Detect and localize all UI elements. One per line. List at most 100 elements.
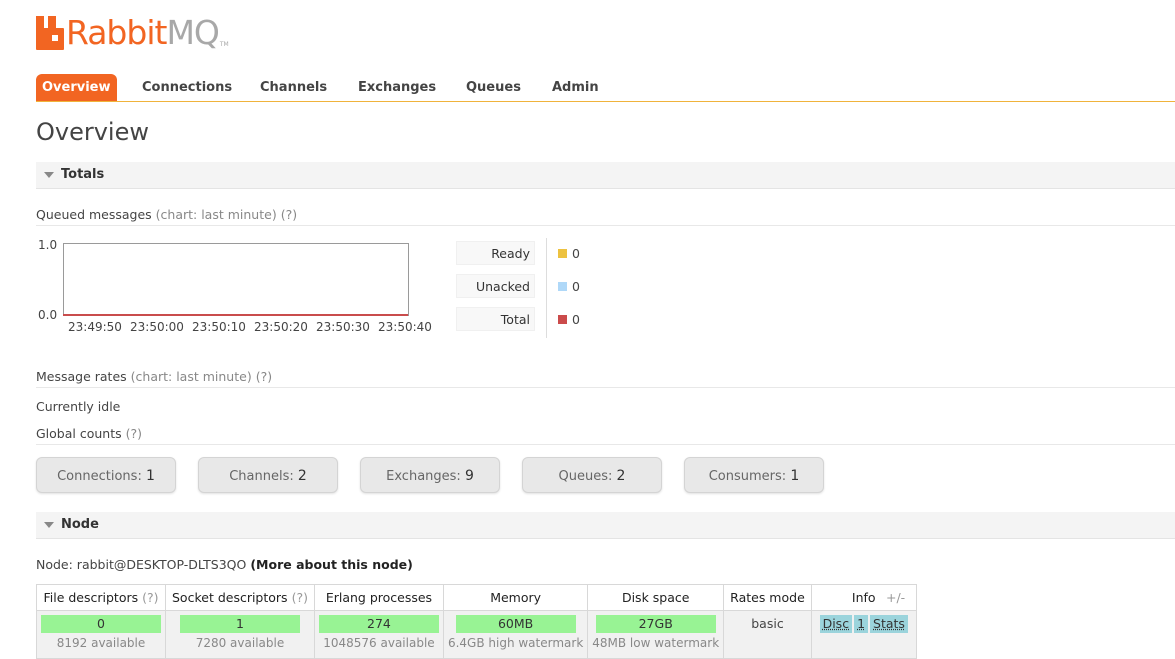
erlang-processes-bar: 274 (318, 615, 439, 633)
info-stats-tag[interactable]: Stats (870, 615, 908, 633)
count-label: Consumers: (708, 469, 787, 484)
count-value: 2 (297, 468, 307, 484)
message-rates-heading: Message rates (chart: last minute) (?) (36, 369, 1175, 388)
count-label: Queues: (558, 469, 613, 484)
chart-x-tick: 23:50:10 (192, 320, 246, 334)
chart-x-tick: 23:50:30 (316, 320, 370, 334)
legend-unacked-swatch (558, 282, 567, 291)
legend-ready-label: Ready (456, 241, 535, 265)
rates-mode-value: basic (751, 616, 784, 631)
legend-divider (546, 238, 547, 338)
header-label: Socket descriptors (172, 590, 288, 605)
logo-wordmark: RabbitMQ (66, 13, 220, 52)
currently-idle-text: Currently idle (36, 399, 121, 414)
count-value: 1 (790, 468, 800, 484)
disk-space-watermark: 48MB low watermark (592, 636, 720, 650)
connections-count-button[interactable]: Connections: 1 (36, 457, 176, 493)
count-value: 2 (616, 468, 626, 484)
file-descriptors-help-link[interactable]: (?) (142, 590, 158, 605)
toggle-columns-button[interactable]: +/- (886, 590, 905, 605)
socket-descriptors-header: Socket descriptors (?) (165, 584, 315, 611)
totals-section-title: Totals (61, 167, 105, 182)
disk-space-bar: 27GB (595, 615, 716, 633)
consumers-count-button[interactable]: Consumers: 1 (684, 457, 824, 493)
memory-cell: 60MB 6.4GB high watermark (442, 610, 589, 659)
erlang-processes-header: Erlang processes (313, 584, 444, 611)
file-descriptors-header: File descriptors (?) (36, 584, 166, 611)
legend-ready-swatch (558, 249, 567, 258)
count-label: Exchanges: (386, 469, 461, 484)
count-value: 9 (464, 468, 474, 484)
tab-connections[interactable]: Connections (142, 74, 232, 101)
node-section-toggle[interactable]: Node (36, 512, 1175, 539)
global-counts-label: Global counts (36, 426, 122, 441)
disk-space-header: Disk space (587, 584, 725, 611)
file-descriptors-cell: 0 8192 available (36, 610, 166, 659)
legend-unacked-value: 0 (572, 279, 580, 294)
legend-total-swatch (558, 315, 567, 324)
erlang-processes-cell: 274 1048576 available (313, 610, 444, 659)
totals-section-toggle[interactable]: Totals (36, 162, 1175, 189)
header-label: File descriptors (43, 590, 139, 605)
queued-messages-chart (63, 243, 409, 316)
node-section-title: Node (61, 517, 99, 532)
page-title: Overview (36, 118, 149, 146)
chart-x-tick: 23:50:00 (130, 320, 184, 334)
disk-space-cell: 27GB 48MB low watermark (587, 610, 725, 659)
message-rates-label: Message rates (36, 369, 127, 384)
legend-unacked-label: Unacked (456, 274, 535, 298)
memory-header: Memory (442, 584, 589, 611)
queues-count-button[interactable]: Queues: 2 (522, 457, 662, 493)
rates-mode-cell: basic (723, 610, 812, 659)
legend-ready-value: 0 (572, 246, 580, 261)
global-counts-help-link[interactable]: (?) (126, 426, 142, 441)
count-label: Channels: (229, 469, 294, 484)
legend-total-value: 0 (572, 312, 580, 327)
channels-count-button[interactable]: Channels: 2 (198, 457, 338, 493)
memory-bar: 60MB (455, 615, 576, 633)
chart-y-max-label: 1.0 (38, 238, 58, 252)
rabbitmq-logo-icon (36, 16, 64, 50)
count-value: 1 (145, 468, 155, 484)
socket-descriptors-bar: 1 (179, 615, 300, 633)
collapse-triangle-icon (44, 522, 54, 528)
node-stats-table: File descriptors (?) Socket descriptors … (36, 584, 917, 659)
collapse-triangle-icon (44, 172, 54, 178)
socket-descriptors-cell: 1 7280 available (165, 610, 315, 659)
tab-exchanges[interactable]: Exchanges (358, 74, 436, 101)
legend-total-label: Total (456, 307, 535, 331)
rates-mode-header: Rates mode (723, 584, 812, 611)
tab-overview[interactable]: Overview (36, 74, 117, 101)
exchanges-count-button[interactable]: Exchanges: 9 (360, 457, 500, 493)
more-about-node-link[interactable]: (More about this node) (250, 557, 413, 572)
memory-watermark: 6.4GB high watermark (447, 636, 584, 650)
info-count-tag[interactable]: 1 (854, 615, 869, 633)
info-disc-tag[interactable]: Disc (819, 615, 853, 633)
queued-messages-label: Queued messages (36, 207, 152, 222)
chart-x-tick: 23:50:40 (378, 320, 432, 334)
logo-trademark: TM (219, 41, 229, 48)
queued-messages-heading: Queued messages (chart: last minute) (?) (36, 207, 1175, 226)
chart-y-min-label: 0.0 (38, 308, 58, 322)
info-cell: Disc 1 Stats (810, 610, 917, 659)
tab-channels[interactable]: Channels (260, 74, 327, 101)
rates-chart-range-link[interactable]: (chart: last minute) (131, 369, 252, 384)
file-descriptors-bar: 0 (41, 615, 161, 633)
queued-help-link[interactable]: (?) (281, 207, 297, 222)
chart-total-series-line (63, 314, 408, 316)
rabbitmq-logo: RabbitMQ TM (36, 14, 229, 50)
main-nav-tabs: Overview Connections Channels Exchanges … (36, 74, 1175, 102)
node-name: Node: rabbit@DESKTOP-DLTS3QO (36, 557, 247, 572)
file-descriptors-available: 8192 available (56, 636, 146, 650)
chart-x-tick: 23:50:20 (254, 320, 308, 334)
node-name-line: Node: rabbit@DESKTOP-DLTS3QO (More about… (36, 557, 413, 572)
erlang-processes-available: 1048576 available (323, 636, 435, 650)
count-label: Connections: (57, 469, 142, 484)
socket-descriptors-help-link[interactable]: (?) (292, 590, 308, 605)
rates-help-link[interactable]: (?) (256, 369, 272, 384)
chart-x-tick: 23:49:50 (68, 320, 122, 334)
global-counts-heading: Global counts (?) (36, 426, 1175, 445)
tab-admin[interactable]: Admin (552, 74, 599, 101)
tab-queues[interactable]: Queues (466, 74, 521, 101)
queued-chart-range-link[interactable]: (chart: last minute) (156, 207, 277, 222)
